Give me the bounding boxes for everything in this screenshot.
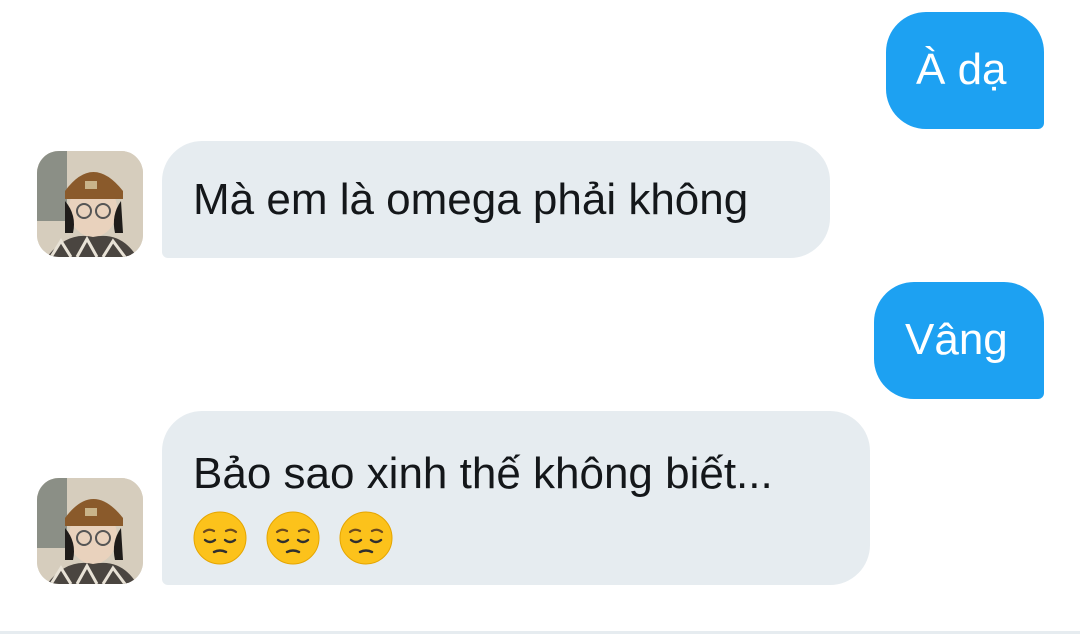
pensive-face-icon: [193, 511, 247, 565]
sent-message-bubble[interactable]: À dạ: [886, 12, 1044, 129]
received-message-bubble[interactable]: Bảo sao xinh thế không biết...: [162, 411, 870, 585]
message-text: Mà em là omega phải không: [193, 175, 749, 224]
emoji-row: [193, 505, 870, 567]
message-text: Vâng: [905, 315, 1008, 364]
conversation-thread: À dạ Mà em là omega phải không Vâng Bảo …: [0, 0, 1080, 634]
received-message-bubble[interactable]: Mà em là omega phải không: [162, 141, 830, 258]
avatar-photo: [37, 478, 143, 584]
contact-avatar[interactable]: [37, 151, 143, 257]
pensive-face-icon: [266, 511, 320, 565]
pensive-face-icon: [339, 511, 393, 565]
contact-avatar[interactable]: [37, 478, 143, 584]
message-text: À dạ: [916, 45, 1007, 94]
avatar-photo: [37, 151, 143, 257]
sent-message-bubble[interactable]: Vâng: [874, 282, 1044, 399]
message-text: Bảo sao xinh thế không biết...: [193, 449, 773, 498]
